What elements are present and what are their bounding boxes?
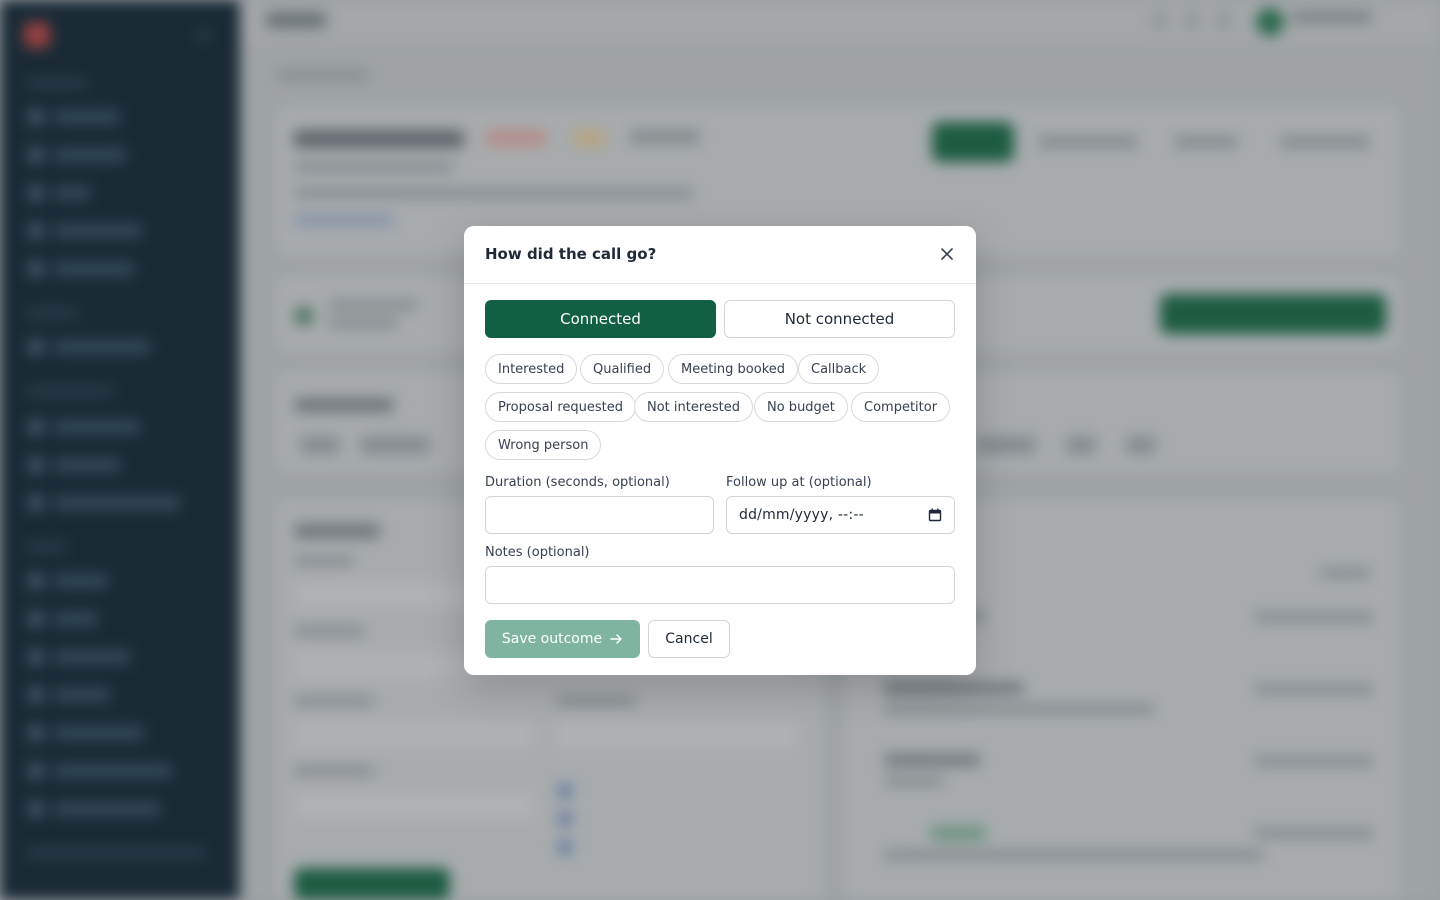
outcome-chip-proposal-requested[interactable]: Proposal requested (485, 392, 636, 422)
outcome-chip-meeting-booked[interactable]: Meeting booked (668, 354, 799, 384)
outcome-chip-wrong-person[interactable]: Wrong person (485, 430, 602, 460)
duration-label: Duration (seconds, optional) (485, 475, 670, 490)
notes-input[interactable] (485, 566, 955, 604)
dialog-title: How did the call go? (485, 245, 657, 263)
calendar-icon[interactable] (928, 508, 942, 522)
close-button[interactable] (938, 245, 956, 263)
save-outcome-button[interactable]: Save outcome (485, 620, 640, 658)
outcome-chip-callback[interactable]: Callback (798, 354, 880, 384)
outcome-chip-no-budget[interactable]: No budget (754, 392, 848, 422)
call-outcome-dialog: How did the call go? Connected Not conne… (464, 226, 976, 675)
close-icon (941, 248, 953, 260)
cancel-button[interactable]: Cancel (648, 620, 730, 658)
dialog-header: How did the call go? (464, 226, 976, 284)
outcome-chip-interested[interactable]: Interested (485, 354, 578, 384)
follow-up-label: Follow up at (optional) (726, 475, 872, 490)
arrow-right-icon (610, 634, 622, 644)
save-outcome-label: Save outcome (501, 631, 603, 647)
follow-up-placeholder: dd/mm/yyyy, --:-- (739, 507, 864, 523)
notes-label: Notes (optional) (485, 545, 590, 560)
outcome-chip-qualified[interactable]: Qualified (580, 354, 665, 384)
outcome-chip-not-interested[interactable]: Not interested (634, 392, 754, 422)
connected-toggle[interactable]: Connected (485, 300, 716, 338)
duration-input[interactable] (485, 496, 714, 534)
follow-up-datetime-input[interactable]: dd/mm/yyyy, --:-- (726, 496, 955, 534)
outcome-chip-competitor[interactable]: Competitor (851, 392, 951, 422)
not-connected-toggle[interactable]: Not connected (724, 300, 955, 338)
